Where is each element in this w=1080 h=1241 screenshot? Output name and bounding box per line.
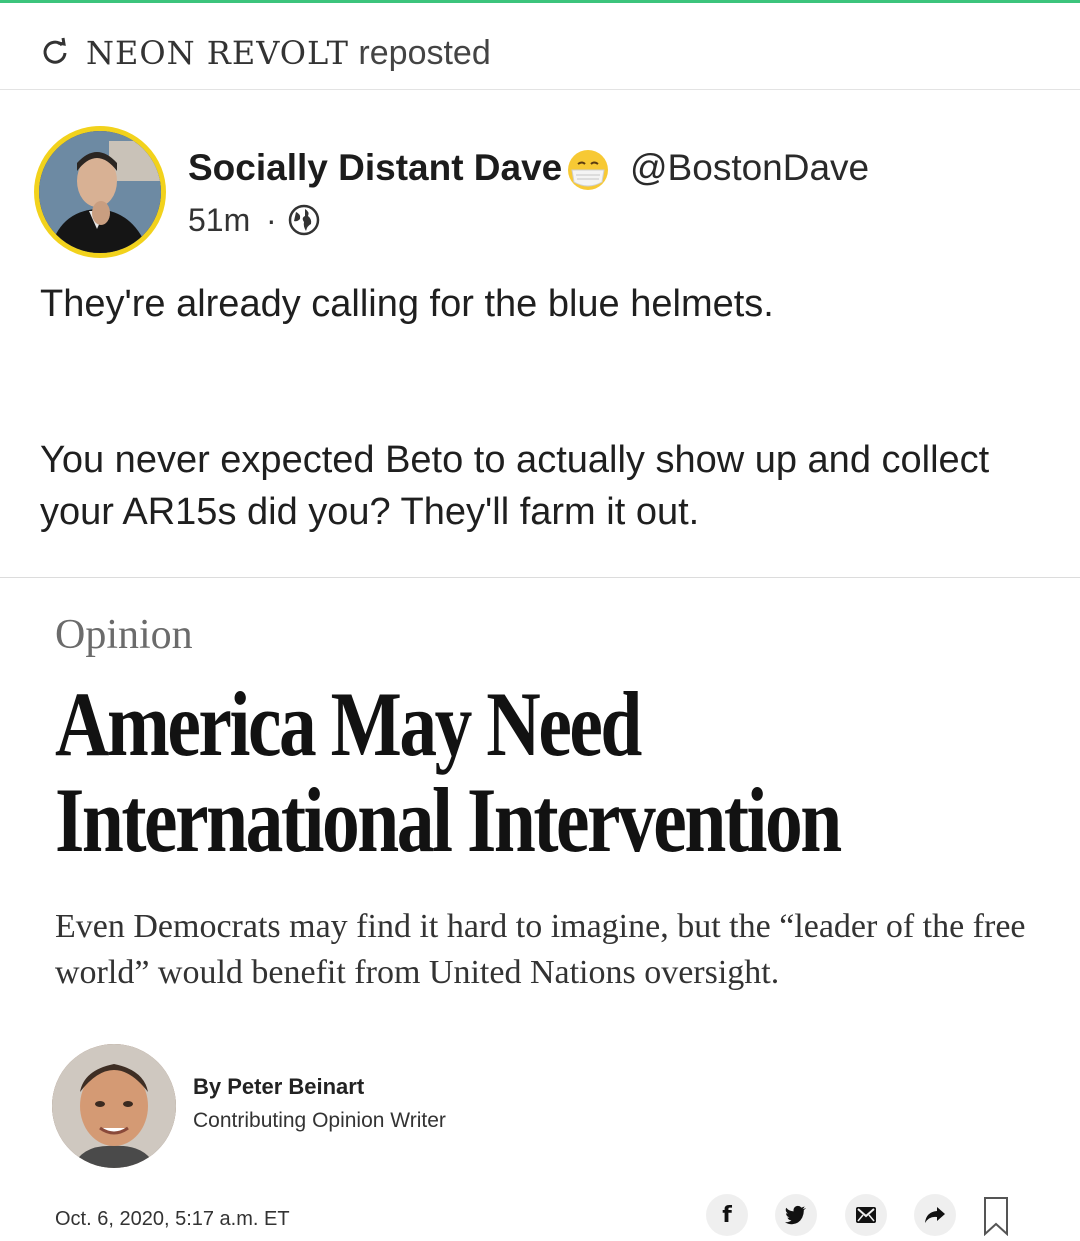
- writer-role: Contributing Opinion Writer: [193, 1109, 446, 1132]
- author-avatar[interactable]: [34, 126, 166, 258]
- face-with-mask-icon: [568, 150, 608, 190]
- twitter-icon: [785, 1205, 806, 1225]
- refresh-icon: [43, 37, 67, 64]
- avatar-portrait: [39, 131, 161, 253]
- article-section-label: Opinion: [55, 612, 193, 658]
- twitter-share-button[interactable]: [775, 1194, 817, 1236]
- repost-label: reposted: [348, 34, 491, 72]
- email-share-button[interactable]: [845, 1194, 887, 1236]
- repost-account-name[interactable]: NEON REVOLT: [86, 34, 349, 72]
- article-dek: Even Democrats may find it hard to imagi…: [55, 908, 1026, 991]
- repost-bar: NEON REVOLT reposted: [0, 3, 1080, 90]
- facebook-share-button[interactable]: f: [706, 1194, 748, 1236]
- article-date: Oct. 6, 2020, 5:17 a.m. ET: [55, 1208, 290, 1230]
- bookmark-icon[interactable]: [982, 1196, 1010, 1236]
- post-text-paragraph-2: You never expected Beto to actually show…: [40, 439, 990, 533]
- share-more-button[interactable]: [914, 1194, 956, 1236]
- writer-photo: [52, 1044, 176, 1168]
- share-arrow-icon: [925, 1207, 945, 1223]
- writer-portrait: [52, 1044, 176, 1168]
- author-name[interactable]: Socially Distant Dave: [188, 146, 562, 190]
- facebook-icon: f: [722, 1202, 732, 1228]
- article-headline[interactable]: America May Need International Intervent…: [55, 676, 867, 868]
- meta-separator: ·: [266, 202, 277, 238]
- email-icon: [856, 1207, 876, 1223]
- post-timestamp: 51m: [188, 202, 251, 238]
- globe-icon: [288, 204, 320, 236]
- section-divider: [0, 577, 1080, 578]
- repost-account[interactable]: NEON REVOLT reposted: [86, 33, 491, 73]
- post-text-paragraph-1: They're already calling for the blue hel…: [40, 283, 774, 325]
- article-byline[interactable]: By Peter Beinart: [193, 1072, 364, 1102]
- author-handle[interactable]: @BostonDave: [630, 146, 869, 190]
